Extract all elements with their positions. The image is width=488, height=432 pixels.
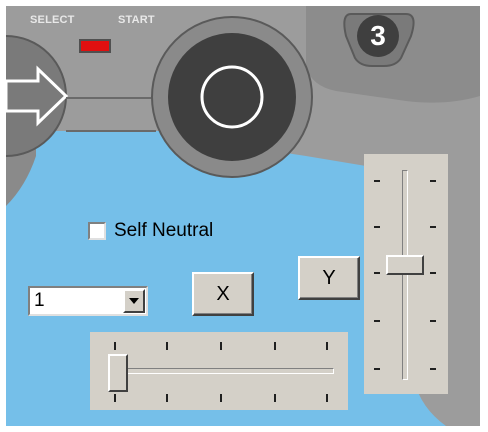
start-label: START <box>118 14 155 26</box>
self-neutral-label: Self Neutral <box>114 220 214 241</box>
y-axis-button[interactable]: Y <box>298 256 360 300</box>
select-label: SELECT <box>30 14 75 26</box>
x-axis-button[interactable]: X <box>192 272 254 316</box>
select-led-indicator <box>79 39 111 53</box>
slider-track <box>402 170 408 380</box>
player-number: 3 <box>370 20 386 51</box>
analog-stick-base <box>168 33 296 161</box>
horizontal-slider[interactable] <box>90 332 348 410</box>
axis-select-dropdown[interactable]: 1 <box>28 286 148 316</box>
dropdown-arrow-button[interactable] <box>123 289 145 313</box>
slider-thumb[interactable] <box>386 255 424 275</box>
slider-track <box>112 368 334 374</box>
self-neutral-checkbox[interactable]: Self Neutral <box>88 220 213 242</box>
vertical-slider[interactable] <box>364 154 448 394</box>
controller-panel: SELECT START 3 Self Neutral 1 X Y <box>6 6 480 426</box>
controller-config-window: SELECT START 3 Self Neutral 1 X Y <box>0 0 488 432</box>
chevron-down-icon <box>129 298 139 304</box>
x-button-label: X <box>216 282 230 305</box>
checkbox-box[interactable] <box>88 222 106 240</box>
dropdown-value: 1 <box>34 290 45 311</box>
y-button-label: Y <box>322 266 336 289</box>
slider-thumb[interactable] <box>108 354 128 392</box>
